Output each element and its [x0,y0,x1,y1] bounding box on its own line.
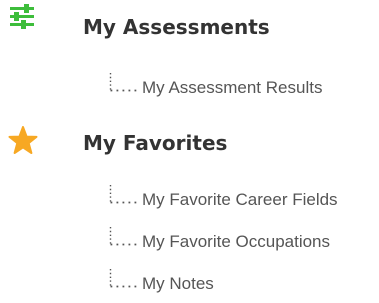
tree-connector-icon [109,269,140,288]
section-title-my-favorites[interactable]: My Favorites [83,131,227,155]
menu-item-label: My Notes [142,274,214,293]
menu-item-my-favorite-career-fields[interactable]: My Favorite Career Fields [109,185,371,211]
menu-item-label: My Assessment Results [142,78,323,97]
menu-item-label: My Favorite Occupations [142,232,331,251]
tree-connector-icon [109,185,140,204]
menu-item-my-assessment-results[interactable]: My Assessment Results [109,73,371,99]
sliders-icon [8,3,38,33]
tree-connector-icon [109,227,140,246]
star-icon [8,126,38,156]
menu-item-my-notes[interactable]: My Notes [109,269,371,295]
tree-connector-icon [109,73,140,92]
my-account-menu: My Assessments My Assessment Results My … [0,0,379,303]
menu-item-label: My Favorite Career Fields [142,190,338,209]
section-title-my-assessments[interactable]: My Assessments [83,15,270,39]
menu-item-my-favorite-occupations[interactable]: My Favorite Occupations [109,227,371,253]
